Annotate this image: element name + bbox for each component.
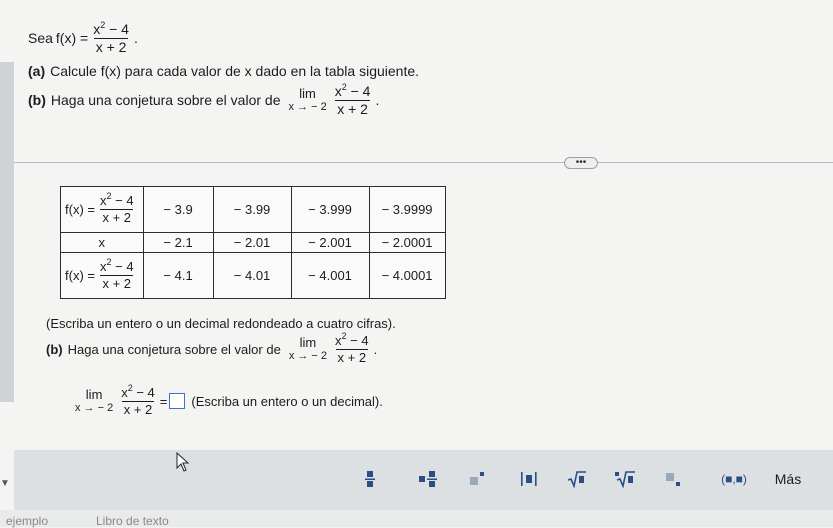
lim-sub: x → − 2 <box>288 101 327 114</box>
ordered-pair-tool[interactable]: (■,■) <box>716 468 752 490</box>
table-cell: − 2.1 <box>142 232 214 253</box>
left-scroll-strip <box>0 62 14 402</box>
frac-num: x <box>121 385 128 400</box>
fx-label: f(x) = <box>65 268 95 283</box>
table-row: x − 2.1 − 2.01 − 2.001 − 2.0001 <box>60 232 446 253</box>
example-link[interactable]: ejemplo <box>6 514 48 528</box>
lim-sub: x → − 2 <box>288 350 328 363</box>
part-b-header-period: . <box>375 92 380 109</box>
part-b-label: (b) <box>46 341 63 357</box>
fx-num-tail: − 4 <box>111 259 134 275</box>
table-cell: − 2.01 <box>212 232 292 253</box>
part-b-question: (b) Haga una conjetura sobre el valor de… <box>46 331 378 365</box>
part-b-period: . <box>373 341 378 357</box>
rounding-note: (Escriba un entero o un decimal redondea… <box>46 316 396 331</box>
table-cell: − 4.1 <box>142 252 214 299</box>
textbook-link[interactable]: Libro de texto <box>96 514 169 528</box>
part-b-text: Haga una conjetura sobre el valor de <box>67 341 281 357</box>
table-cell: − 3.9 <box>142 186 214 233</box>
frac-exp: 2 <box>341 331 347 341</box>
equals-sign: = <box>159 393 168 409</box>
absolute-value-tool-icon[interactable] <box>518 468 540 490</box>
table-cell: − 4.0001 <box>368 252 446 299</box>
frac-den: x + 2 <box>121 400 155 417</box>
part-a-label: (a) <box>28 63 46 79</box>
frac-num-tail: − 4 <box>346 333 369 348</box>
fx-num-tail: − 4 <box>111 193 134 209</box>
answer-fraction: x2 − 4 x + 2 <box>119 383 157 417</box>
more-tools-button[interactable]: Más <box>770 468 806 490</box>
frac-num: x <box>334 83 342 99</box>
mixed-fraction-tool-icon[interactable] <box>418 468 442 490</box>
part-b-fraction: x2 − 4 x + 2 <box>333 331 371 365</box>
fx-den: x + 2 <box>100 275 134 291</box>
part-b-header-limit: lim x → − 2 <box>288 85 327 114</box>
frac-num-tail: − 4 <box>132 385 155 400</box>
nth-root-tool-icon[interactable] <box>614 468 636 490</box>
values-table: f(x) = x2 − 4 x + 2 − 3.9 − 3.99 − 3.999… <box>60 186 446 299</box>
answer-limit: lim x → − 2 <box>75 386 114 415</box>
bottom-bar: ejemplo Libro de texto <box>0 510 833 528</box>
mouse-cursor-icon <box>176 452 190 472</box>
fraction-tool-icon[interactable] <box>360 468 380 490</box>
part-a-text: Calcule f(x) para cada valor de x dado e… <box>50 63 420 79</box>
exponent-tool-icon[interactable] <box>468 468 488 490</box>
answer-hint: (Escriba un entero o un decimal). <box>191 393 383 409</box>
table-cell: − 3.9999 <box>368 186 446 233</box>
intro-fraction: x2 − 4 x + 2 <box>91 20 131 55</box>
intro-den: x + 2 <box>93 37 129 55</box>
part-b-header-text: Haga una conjetura sobre el valor de <box>50 92 281 109</box>
intro-period: . <box>133 30 138 47</box>
table-cell: − 2.0001 <box>368 232 446 253</box>
lim-word: lim <box>85 386 103 402</box>
table-cell: − 3.999 <box>290 186 370 233</box>
fx-header-cell: f(x) = x2 − 4 x + 2 <box>60 186 144 233</box>
fx-fraction: x2 − 4 x + 2 <box>98 191 136 225</box>
fx-den: x + 2 <box>100 209 134 225</box>
part-b-header: (b) Haga una conjetura sobre el valor de… <box>28 82 380 117</box>
part-b-header-fraction: x2 − 4 x + 2 <box>333 82 373 117</box>
fx-fraction: x2 − 4 x + 2 <box>98 257 136 291</box>
table-row: f(x) = x2 − 4 x + 2 − 3.9 − 3.99 − 3.999… <box>60 186 446 233</box>
square-root-tool-icon[interactable] <box>566 468 588 490</box>
function-definition: Sea f(x) = x2 − 4 x + 2 . <box>28 20 138 55</box>
chevron-down-icon[interactable]: ▼ <box>0 478 10 489</box>
fx-exp: 2 <box>106 257 112 268</box>
answer-input[interactable] <box>169 393 186 410</box>
lim-sub: x → − 2 <box>75 402 114 415</box>
fx-label: f(x) = <box>65 202 95 217</box>
section-divider <box>14 162 833 163</box>
x-header-cell: x <box>60 232 144 253</box>
intro-num-tail: − 4 <box>105 21 129 37</box>
expand-details-button[interactable]: ••• <box>564 157 598 169</box>
frac-den: x + 2 <box>335 99 370 117</box>
part-a-instruction: (a) Calcule f(x) para cada valor de x da… <box>28 63 419 79</box>
table-row: f(x) = x2 − 4 x + 2 − 4.1 − 4.01 − 4.001… <box>60 252 446 299</box>
frac-exp: 2 <box>341 82 347 92</box>
frac-exp: 2 <box>127 383 133 393</box>
lim-word: lim <box>299 334 317 350</box>
answer-line: lim x → − 2 x2 − 4 x + 2 = (Escriba un e… <box>72 383 383 417</box>
fx-header-cell: f(x) = x2 − 4 x + 2 <box>60 252 144 299</box>
frac-num-tail: − 4 <box>346 83 371 99</box>
table-cell: − 3.99 <box>212 186 292 233</box>
table-cell: − 4.01 <box>212 252 292 299</box>
intro-fx: f(x) = <box>55 30 89 47</box>
lim-word: lim <box>299 85 316 101</box>
fx-exp: 2 <box>106 191 112 202</box>
intro-prefix: Sea <box>28 30 53 47</box>
table-cell: − 4.001 <box>290 252 370 299</box>
table-cell: − 2.001 <box>290 232 370 253</box>
frac-num: x <box>335 333 342 348</box>
frac-den: x + 2 <box>335 348 369 365</box>
subscript-tool-icon[interactable] <box>664 468 684 490</box>
intro-exp: 2 <box>100 20 106 30</box>
part-b-limit: lim x → − 2 <box>288 334 328 363</box>
part-b-header-label: (b) <box>28 92 46 109</box>
